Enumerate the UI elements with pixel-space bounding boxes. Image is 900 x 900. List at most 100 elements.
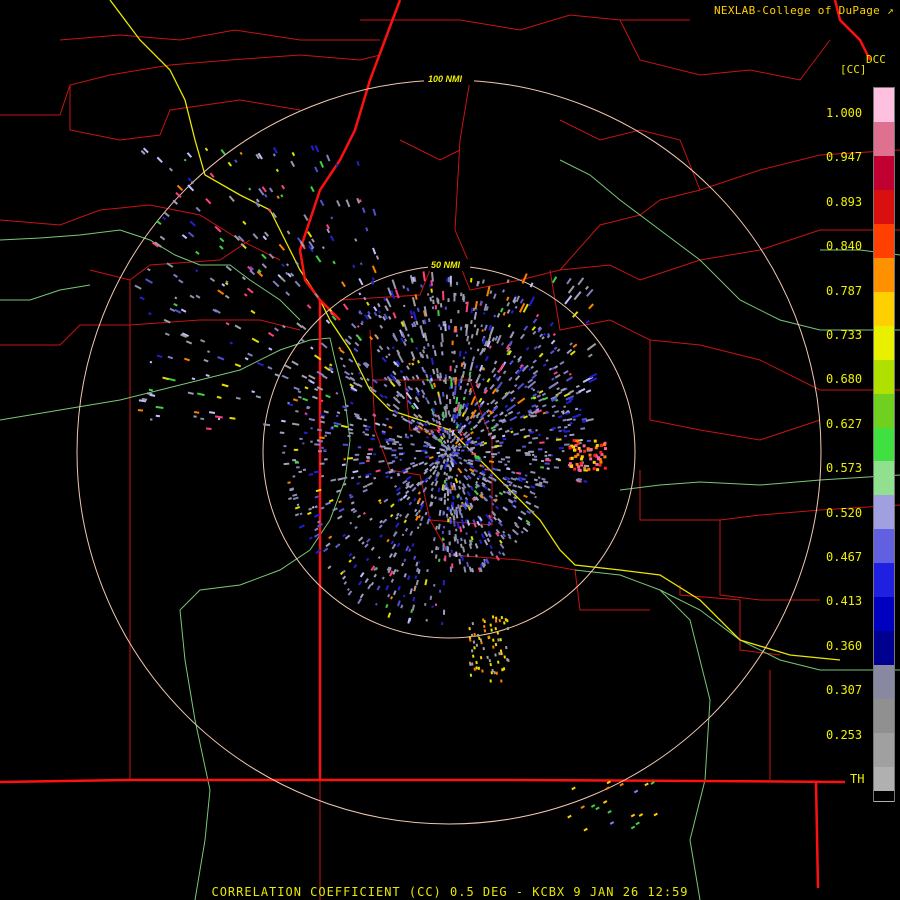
echo-gate bbox=[411, 362, 415, 366]
echo-gate bbox=[453, 452, 460, 455]
echo-gate bbox=[410, 443, 415, 446]
echo-gate bbox=[379, 534, 383, 538]
echo-gate bbox=[441, 537, 445, 541]
echo-gate bbox=[205, 427, 212, 430]
echo-gate bbox=[599, 443, 603, 447]
echo-gate bbox=[441, 391, 445, 397]
echo-gate bbox=[450, 417, 454, 422]
echo-gate bbox=[519, 333, 526, 340]
echo-gate bbox=[494, 642, 498, 647]
echo-gate bbox=[383, 383, 388, 388]
echo-gate bbox=[570, 464, 574, 468]
echo-gate bbox=[302, 397, 309, 402]
echo-gate bbox=[449, 475, 452, 479]
echo-gate bbox=[475, 480, 479, 484]
echo-gate bbox=[593, 454, 597, 458]
echo-gate bbox=[486, 537, 491, 543]
echo-gate bbox=[301, 374, 308, 379]
echo-gate bbox=[373, 306, 378, 312]
echo-gate bbox=[566, 277, 572, 285]
echo-gate bbox=[409, 530, 414, 536]
echo-gate bbox=[486, 402, 490, 406]
echo-gate bbox=[425, 619, 428, 622]
echo-gate bbox=[539, 333, 544, 338]
echo-gate bbox=[437, 547, 440, 550]
echo-gate bbox=[445, 513, 449, 517]
echo-gate bbox=[555, 458, 560, 461]
echo-gate bbox=[268, 347, 273, 351]
echo-gate bbox=[415, 579, 419, 586]
radar-map: 100 NMI 50 NMI bbox=[0, 0, 900, 900]
echo-gate bbox=[568, 389, 575, 395]
echo-gate bbox=[527, 428, 532, 432]
echo-gate bbox=[489, 551, 494, 557]
echo-gate bbox=[366, 538, 371, 543]
echo-gate bbox=[178, 279, 184, 284]
echo-gate bbox=[354, 453, 360, 456]
echo-gate bbox=[366, 301, 370, 306]
echo-gate bbox=[448, 433, 451, 439]
echo-gate bbox=[399, 513, 403, 518]
echo-gate bbox=[473, 632, 476, 637]
echo-gate bbox=[216, 395, 222, 399]
echo-gate bbox=[481, 279, 485, 284]
echo-gate bbox=[391, 453, 397, 457]
echo-gate bbox=[455, 513, 459, 519]
echo-gate bbox=[478, 636, 481, 641]
echo-gate bbox=[308, 374, 316, 380]
echo-gate bbox=[372, 208, 377, 216]
echo-gate bbox=[297, 237, 302, 243]
echo-gate bbox=[437, 298, 440, 305]
echo-gate bbox=[421, 394, 425, 399]
echo-gate bbox=[479, 524, 484, 529]
echo-gate bbox=[437, 310, 440, 317]
echo-gate bbox=[586, 342, 597, 351]
echo-gate bbox=[408, 501, 413, 506]
colorbar-segment bbox=[874, 529, 894, 565]
echo-gate bbox=[189, 294, 195, 299]
echo-gate bbox=[572, 343, 578, 349]
echo-gate bbox=[167, 355, 174, 360]
echo-gate bbox=[375, 602, 378, 606]
echo-gate bbox=[406, 365, 410, 370]
echo-gate bbox=[219, 245, 224, 250]
echo-gate bbox=[575, 439, 579, 443]
echo-gate bbox=[489, 383, 495, 390]
echo-gate bbox=[500, 342, 505, 346]
echo-gate bbox=[362, 488, 368, 493]
echo-gate bbox=[402, 341, 407, 347]
echo-gate bbox=[438, 509, 442, 516]
echo-gate bbox=[481, 669, 484, 673]
echo-gate bbox=[467, 341, 471, 345]
echo-gate bbox=[408, 362, 412, 366]
echo-gate bbox=[483, 629, 487, 633]
echo-gate bbox=[499, 307, 504, 313]
echo-gate bbox=[470, 320, 473, 325]
echo-gate bbox=[294, 280, 301, 288]
echo-gate bbox=[564, 295, 573, 305]
echo-gate bbox=[400, 415, 404, 419]
echo-gate bbox=[335, 391, 339, 395]
echo-gate bbox=[435, 525, 438, 530]
echo-gate bbox=[588, 303, 594, 310]
echo-gate bbox=[308, 473, 314, 476]
echo-gate bbox=[535, 313, 540, 318]
echo-gate bbox=[455, 365, 458, 368]
echo-gate bbox=[556, 348, 561, 353]
echo-gate bbox=[426, 293, 430, 296]
echo-gate bbox=[517, 382, 525, 390]
echo-gate bbox=[308, 417, 316, 422]
echo-gate bbox=[502, 530, 506, 534]
echo-gate bbox=[396, 600, 401, 607]
echo-gate bbox=[442, 440, 447, 445]
echo-gate bbox=[455, 528, 458, 532]
colorbar-tick-label: 1.000 bbox=[826, 106, 863, 120]
echo-gate bbox=[444, 555, 447, 562]
echo-gate bbox=[339, 349, 345, 354]
echo-gate bbox=[320, 342, 328, 349]
echo-gate bbox=[448, 414, 451, 417]
echo-gate bbox=[458, 461, 463, 465]
echo-gate bbox=[609, 821, 615, 825]
echo-gate bbox=[498, 491, 504, 496]
echo-gate bbox=[156, 156, 163, 163]
